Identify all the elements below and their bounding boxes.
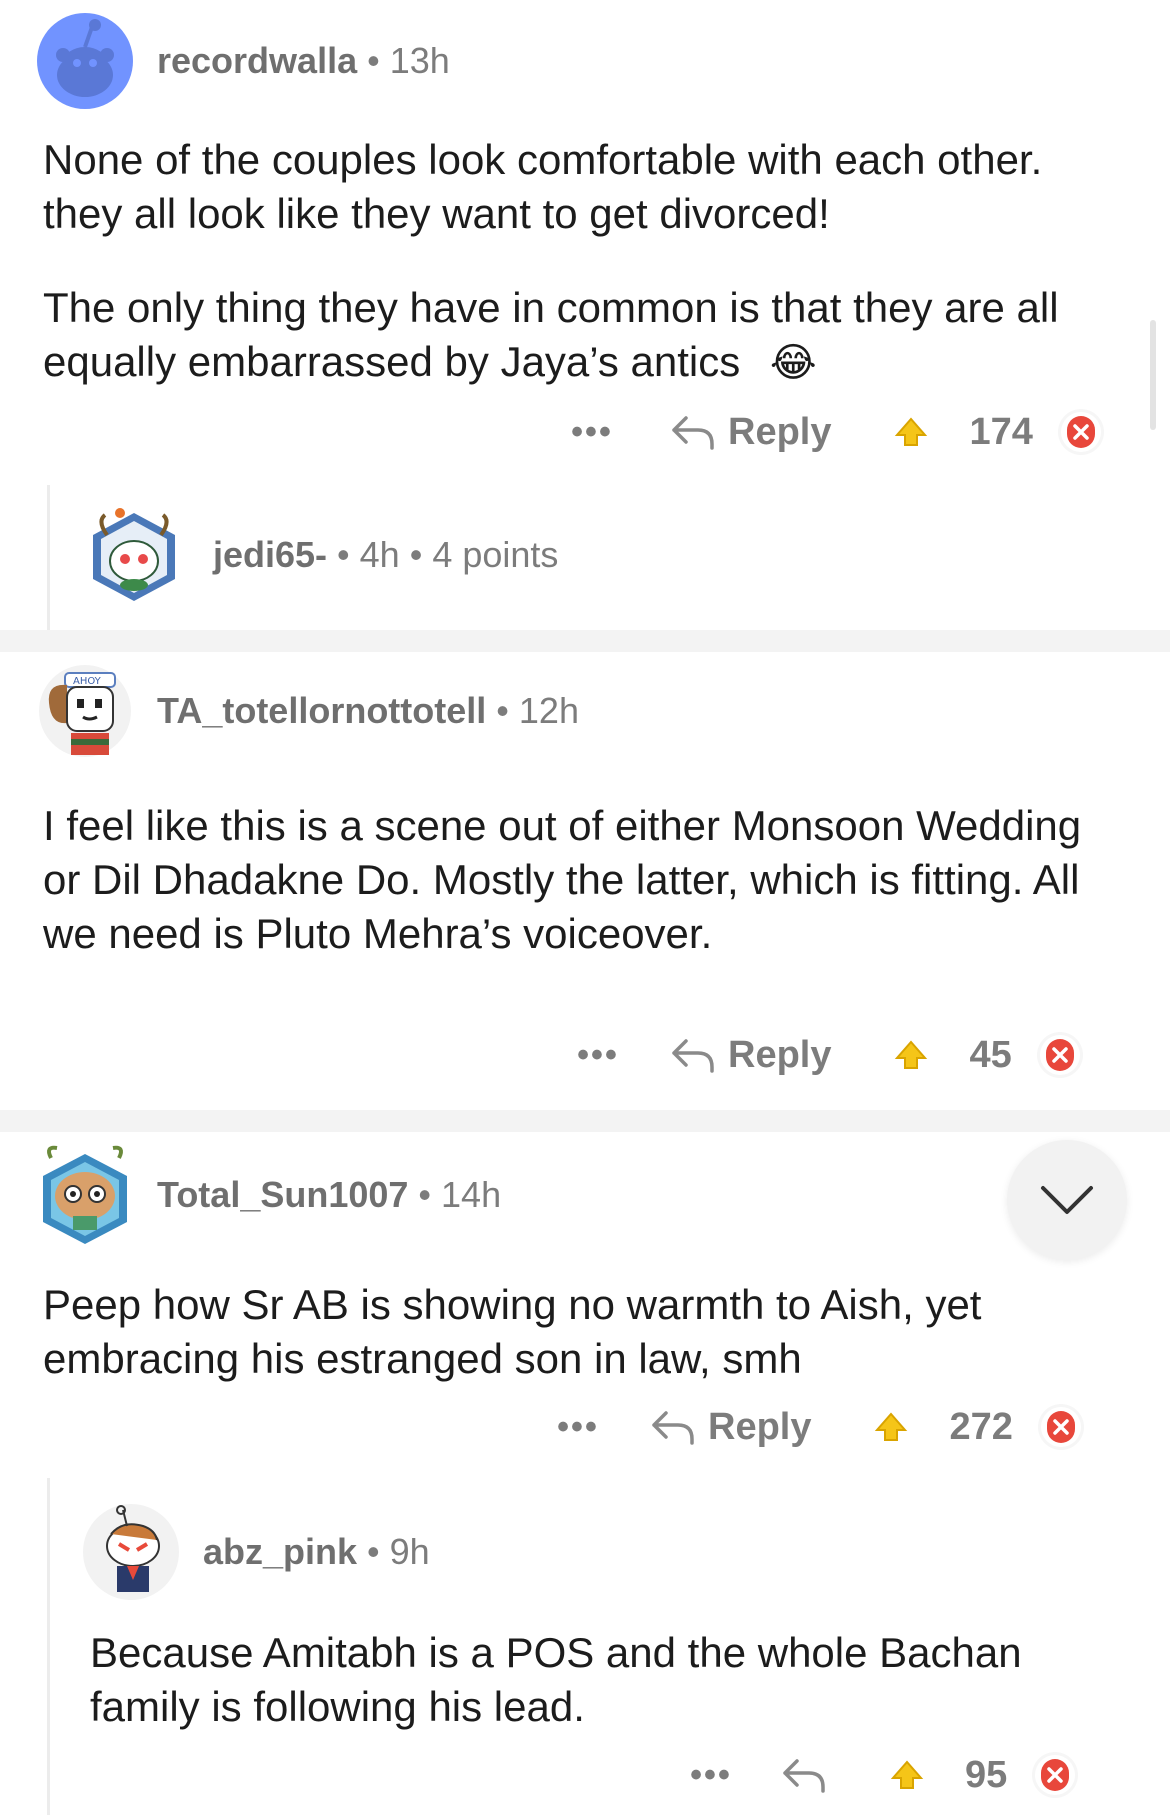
downvote-button[interactable] xyxy=(1060,412,1101,452)
comment-text: I feel like this is a scene out of eithe… xyxy=(43,802,1082,957)
reply-label: Reply xyxy=(708,1405,812,1448)
comment-body: Because Amitabh is a POS and the whole B… xyxy=(90,1626,1130,1734)
vote-controls: 272 xyxy=(873,1405,1081,1449)
thread-line[interactable] xyxy=(47,485,50,630)
thread-divider xyxy=(0,1110,1170,1132)
separator: • xyxy=(496,690,509,731)
separator: • xyxy=(367,40,380,81)
comment-actions: ••• 95 xyxy=(681,1745,1076,1805)
avatar[interactable] xyxy=(37,13,133,109)
more-options-button[interactable]: ••• xyxy=(548,1408,608,1447)
reply-arrow-icon xyxy=(783,1759,825,1793)
more-options-button[interactable]: ••• xyxy=(568,1036,628,1075)
scrollbar[interactable] xyxy=(1150,320,1156,430)
comment-paragraph: None of the couples look comfortable wit… xyxy=(43,136,1043,237)
snoo-avatar-icon xyxy=(56,19,114,97)
reply-button[interactable]: Reply xyxy=(670,411,831,454)
comment-age: 9h xyxy=(389,1531,430,1572)
reply-arrow-icon xyxy=(652,1411,694,1445)
more-options-button[interactable]: ••• xyxy=(681,1756,741,1795)
comment-paragraph: The only thing they have in common is th… xyxy=(43,281,1133,390)
upvote-icon[interactable] xyxy=(889,1758,925,1792)
comment-text: Peep how Sr AB is showing no warmth to A… xyxy=(43,1281,982,1382)
vote-controls: 174 xyxy=(893,410,1101,454)
comment-age: 4h xyxy=(359,534,400,575)
comment-points: 4 points xyxy=(432,534,559,575)
avatar[interactable] xyxy=(87,505,181,605)
avatar[interactable] xyxy=(37,1140,133,1250)
reply-button[interactable]: Reply xyxy=(650,1406,811,1449)
comment-header: abz_pink • 9h xyxy=(83,1504,430,1600)
username[interactable]: recordwalla xyxy=(157,40,357,81)
separator: • xyxy=(337,534,350,575)
comment-age: 12h xyxy=(518,690,579,731)
vote-score: 45 xyxy=(969,1033,1012,1076)
downvote-icon xyxy=(1046,1411,1075,1443)
comment-age: 14h xyxy=(441,1174,502,1215)
downvote-icon xyxy=(1041,1759,1070,1791)
laughing-emoji: 😂 xyxy=(769,340,817,386)
chevron-down-icon xyxy=(1041,1186,1093,1214)
comment-actions: ••• Reply 272 xyxy=(548,1397,1081,1457)
reply-arrow-icon xyxy=(672,1039,714,1073)
upvote-icon[interactable] xyxy=(893,415,929,449)
avatar[interactable] xyxy=(83,1504,179,1600)
comment-header: recordwalla • 13h xyxy=(37,13,450,109)
avatar-illustration-icon xyxy=(93,508,175,601)
comment-body: Peep how Sr AB is showing no warmth to A… xyxy=(43,1278,1123,1386)
thread-line[interactable] xyxy=(47,1478,50,1815)
downvote-button[interactable] xyxy=(1035,1755,1076,1795)
downvote-icon xyxy=(1045,1039,1074,1071)
reply-label: Reply xyxy=(728,410,832,453)
collapse-thread-button[interactable] xyxy=(1007,1140,1127,1260)
thread-divider xyxy=(0,630,1170,652)
comment-text: Because Amitabh is a POS and the whole B… xyxy=(90,1629,1022,1730)
avatar-illustration-icon xyxy=(85,1505,177,1598)
comment-paragraph-text: The only thing they have in common is th… xyxy=(43,284,1059,385)
vote-controls: 45 xyxy=(893,1033,1080,1077)
reply-button[interactable] xyxy=(781,1755,839,1795)
comment-header: AHOY TA_totellornottotell • 12h xyxy=(37,663,579,759)
svg-text:AHOY: AHOY xyxy=(73,676,102,687)
separator: • xyxy=(418,1174,432,1215)
comment-actions: ••• Reply 174 xyxy=(562,402,1101,462)
downvote-button[interactable] xyxy=(1040,1407,1081,1447)
vote-controls: 95 xyxy=(889,1753,1076,1797)
comment-body: I feel like this is a scene out of eithe… xyxy=(43,799,1093,961)
reply-button[interactable]: Reply xyxy=(670,1034,831,1077)
comment-header: Total_Sun1007 • 14h xyxy=(37,1140,501,1250)
reply-label: Reply xyxy=(728,1033,832,1076)
vote-score: 95 xyxy=(965,1753,1008,1796)
upvote-icon[interactable] xyxy=(873,1410,909,1444)
reply-arrow-icon xyxy=(672,416,714,450)
username[interactable]: TA_totellornottotell xyxy=(157,690,486,731)
vote-score: 174 xyxy=(969,410,1033,453)
upvote-icon[interactable] xyxy=(893,1038,929,1072)
comment-age: 13h xyxy=(389,40,450,81)
username[interactable]: jedi65- xyxy=(213,534,327,575)
username[interactable]: Total_Sun1007 xyxy=(157,1174,408,1215)
downvote-icon xyxy=(1066,416,1095,448)
avatar[interactable]: AHOY xyxy=(37,663,133,759)
avatar-illustration-icon: AHOY xyxy=(39,665,131,757)
separator: • xyxy=(409,534,423,575)
username[interactable]: abz_pink xyxy=(203,1531,357,1572)
comment-actions: ••• Reply 45 xyxy=(568,1025,1080,1085)
comment-body: None of the couples look comfortable wit… xyxy=(43,133,1133,390)
downvote-button[interactable] xyxy=(1039,1035,1080,1075)
comment-header: jedi65- • 4h • 4 points xyxy=(87,505,558,605)
more-options-button[interactable]: ••• xyxy=(562,413,622,452)
avatar-illustration-icon xyxy=(43,1145,127,1244)
separator: • xyxy=(367,1531,380,1572)
vote-score: 272 xyxy=(949,1405,1013,1448)
